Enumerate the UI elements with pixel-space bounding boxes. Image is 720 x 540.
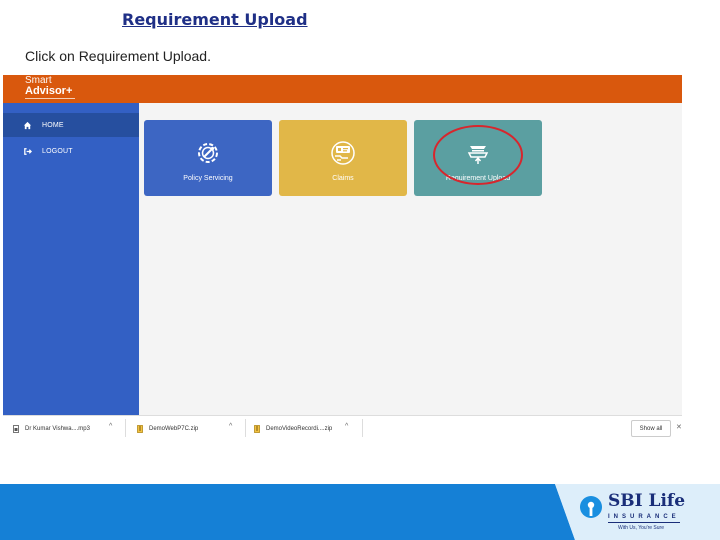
slide-title: Requirement Upload <box>122 10 308 29</box>
download-item[interactable]: DemoVideoRecordi....zip <box>254 423 332 435</box>
sidebar-item-label: HOME <box>42 121 64 129</box>
logo-underline <box>25 98 75 99</box>
zip-file-icon <box>254 425 260 433</box>
sbi-logo-icon <box>578 494 604 520</box>
gear-wrench-icon <box>193 138 223 168</box>
chevron-up-icon[interactable]: ^ <box>229 423 232 430</box>
home-icon <box>23 121 32 130</box>
tile-label: Policy Servicing <box>183 175 233 182</box>
tile-label: Claims <box>332 175 354 182</box>
sidebar-item-label: LOGOUT <box>42 147 73 155</box>
logout-icon <box>23 147 32 156</box>
app-header: Smart Advisor+ <box>3 75 682 103</box>
instruction-suffix: . <box>207 48 211 64</box>
divider <box>125 419 126 437</box>
main-content: Policy Servicing Claims Requirement Uplo… <box>139 103 682 415</box>
sidebar-item-logout[interactable]: LOGOUT <box>3 139 139 163</box>
brand-tagline: With Us, You're Sure <box>618 525 664 531</box>
slide: Requirement Upload Click on Requirement … <box>0 0 720 540</box>
tile-policy-servicing[interactable]: Policy Servicing <box>144 120 272 196</box>
sidebar-item-home[interactable]: HOME <box>3 113 139 137</box>
brand-sub: INSURANCE <box>608 514 680 520</box>
logo-line1: Smart <box>25 75 52 86</box>
instruction-prefix: Click on <box>25 48 79 64</box>
instruction-text: Click on Requirement Upload. <box>25 48 211 64</box>
claims-card-icon <box>328 138 358 168</box>
instruction-target: Requirement Upload <box>78 48 208 64</box>
divider <box>245 419 246 437</box>
file-icon <box>13 425 19 433</box>
logo-line2: Advisor+ <box>25 85 73 97</box>
smart-advisor-logo[interactable]: Smart Advisor+ <box>25 75 73 97</box>
download-name: DemoVideoRecordi....zip <box>266 426 333 432</box>
close-icon[interactable]: ✕ <box>676 423 682 431</box>
divider <box>362 419 363 437</box>
chevron-up-icon[interactable]: ^ <box>345 423 348 430</box>
download-item[interactable]: Dr Kumar Vishwa....mp3 <box>13 423 90 435</box>
show-all-button[interactable]: Show all <box>631 420 671 437</box>
brand-divider <box>608 522 680 523</box>
app-screenshot: Smart Advisor+ HOME LOGOUT Policy Servic… <box>3 75 682 440</box>
sidebar: HOME LOGOUT <box>3 103 139 415</box>
downloads-bar: Dr Kumar Vishwa....mp3 ^ DemoWebP7C.zip … <box>3 415 682 440</box>
download-name: Dr Kumar Vishwa....mp3 <box>25 426 90 432</box>
sbi-life-logo: SBI Life INSURANCE With Us, You're Sure <box>578 490 686 534</box>
chevron-up-icon[interactable]: ^ <box>109 423 112 430</box>
download-item[interactable]: DemoWebP7C.zip <box>137 423 198 435</box>
tile-claims[interactable]: Claims <box>279 120 407 196</box>
zip-file-icon <box>137 425 143 433</box>
download-name: DemoWebP7C.zip <box>149 426 199 432</box>
brand-name: SBI Life <box>608 491 686 511</box>
highlight-circle <box>433 125 523 185</box>
